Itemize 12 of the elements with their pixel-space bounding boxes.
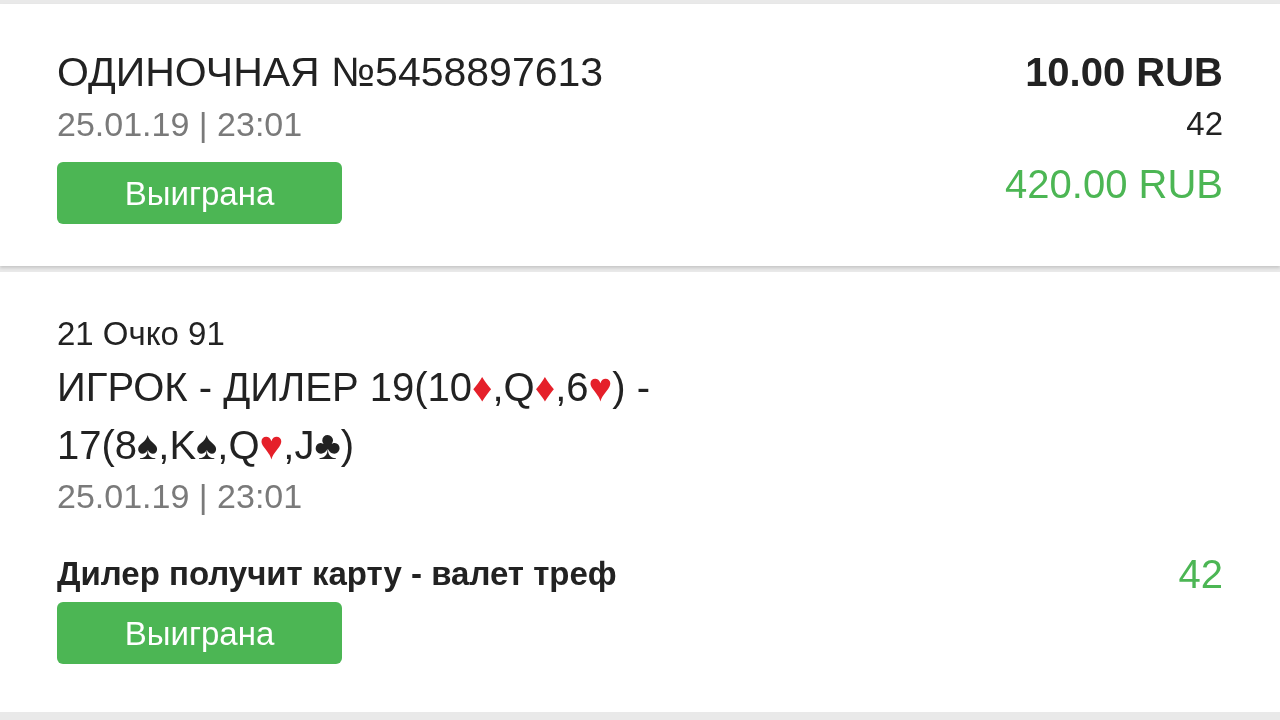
event-result: ИГРОК - ДИЛЕР 19(10♦,Q♦,6♥) - 17(8♠,K♠,Q♥,J♣) bbox=[57, 364, 651, 469]
game-name: 21 Очко 91 bbox=[57, 314, 226, 354]
outcome-odds: 42 bbox=[1178, 554, 1223, 594]
outcome-text: Дилер получит карту - валет треф bbox=[57, 554, 617, 594]
stake-amount: 10.00 RUB bbox=[1025, 49, 1223, 96]
bet-date: 25.01.19 | 23:01 bbox=[57, 104, 304, 144]
bet-title: ОДИНОЧНАЯ №5458897613 bbox=[57, 48, 604, 96]
status-badge: Выиграна bbox=[57, 162, 342, 224]
event-date: 25.01.19 | 23:01 bbox=[57, 476, 304, 516]
status-badge: Выиграна bbox=[57, 602, 342, 664]
odds-value: 42 bbox=[1186, 104, 1223, 144]
payout-amount: 420.00 RUB bbox=[1005, 161, 1223, 208]
